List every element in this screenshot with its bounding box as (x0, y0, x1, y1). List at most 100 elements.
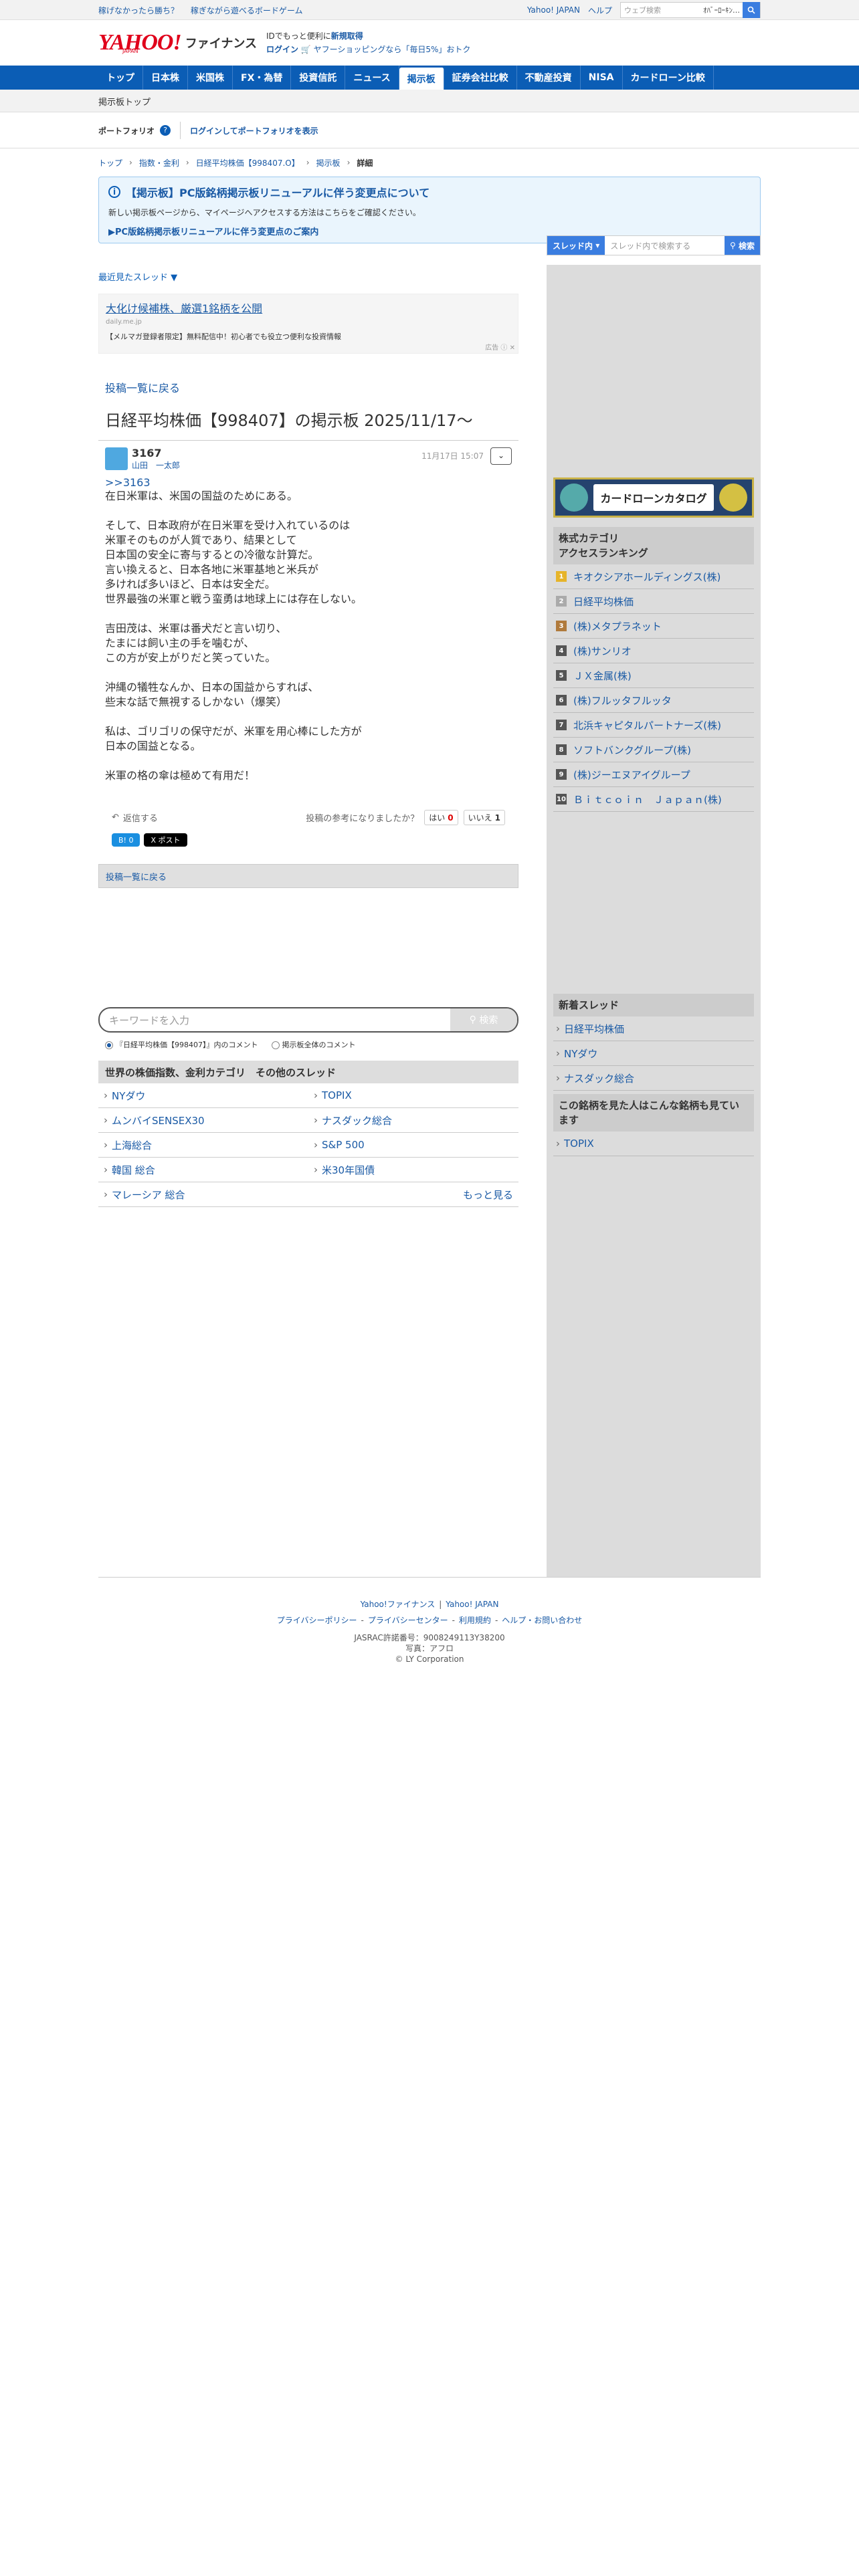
keyword-search-button[interactable]: ⚲ 検索 (450, 1008, 517, 1031)
back-to-list-link[interactable]: 投稿一覧に戻る (98, 379, 518, 395)
nav-item[interactable]: 掲示板 (399, 68, 444, 90)
new-threads-item[interactable]: 日経平均株価 (553, 1016, 754, 1041)
ranking-item[interactable]: 9 (株)ジーエヌアイグループ (553, 762, 754, 787)
ranking-item[interactable]: 6 (株)フルッタフルッタ (553, 688, 754, 713)
nav-item[interactable]: 日本株 (143, 66, 188, 90)
other-thread-item[interactable]: マレーシア 総合 もっと見る (98, 1182, 518, 1207)
nav-item[interactable]: 不動産投資 (517, 66, 581, 90)
breadcrumb-item[interactable]: 日経平均株価【998407.O】 (196, 157, 300, 169)
yahoo-japan-link[interactable]: Yahoo! JAPAN (527, 5, 580, 15)
reply-to-link[interactable]: >>3163 (105, 476, 512, 489)
portfolio-label: ポートフォリオ (98, 126, 155, 136)
also-viewed-item[interactable]: TOPIX (553, 1132, 754, 1156)
notice-title-link[interactable]: 【掲示板】PC版銘柄掲示板リニューアルに伴う変更点について (126, 184, 430, 200)
web-search-box[interactable]: ウェブ検索 ｵﾊﾞｰﾛｰｷﾝ… (620, 2, 761, 18)
nav-item[interactable]: NISA (581, 66, 623, 90)
nav-item[interactable]: トップ (98, 66, 143, 90)
portfolio-login-link[interactable]: ログインしてポートフォリオを表示 (190, 125, 318, 136)
recent-threads-dropdown[interactable]: 最近見たスレッド ▼ (98, 270, 518, 283)
more-link[interactable]: もっと見る (463, 1188, 518, 1202)
login-link[interactable]: ログイン (266, 45, 298, 54)
ranking-item[interactable]: 10 Ｂｉｔｃｏｉｎ Ｊａｐａｎ(株) (553, 787, 754, 812)
breadcrumb-item[interactable]: トップ (98, 157, 122, 169)
scope-radio-all[interactable]: 掲示板全体のコメント (271, 1039, 356, 1050)
scope-radio-all-label: 掲示板全体のコメント (282, 1041, 356, 1049)
card-loan-banner[interactable]: カードローンカタログ (553, 477, 754, 518)
keyword-search[interactable]: キーワードを入力 ⚲ 検索 (98, 1007, 518, 1033)
ad-headline[interactable]: 大化け候補株、厳選1銘柄を公開 (106, 300, 511, 316)
new-threads-item[interactable]: NYダウ (553, 1041, 754, 1066)
vote-no-count: 1 (494, 813, 500, 823)
footer-link[interactable]: プライバシーポリシー (277, 1616, 357, 1625)
breadcrumb-current: 詳細 (357, 158, 373, 168)
rank-badge: 10 (556, 794, 567, 804)
other-thread-item[interactable]: ナスダック総合 (308, 1108, 518, 1133)
ranking-item-label: キオクシアホールディングス(株) (573, 570, 721, 583)
vote-no-button[interactable]: いいえ 1 (463, 810, 505, 825)
ranking-item[interactable]: 2 日経平均株価 (553, 589, 754, 614)
ranking-item[interactable]: 3 (株)メタプラネット (553, 614, 754, 639)
nav-item[interactable]: 米国株 (188, 66, 233, 90)
post-menu-button[interactable]: ⌄ (490, 447, 512, 465)
search-scope-select[interactable]: スレッド内 ▾ (547, 236, 605, 255)
back-to-list-bar-link[interactable]: 投稿一覧に戻る (106, 870, 167, 883)
yahoo-finance-logo[interactable]: YAHOO! JAPAN ファイナンス (98, 31, 257, 55)
rank-badge: 6 (556, 695, 567, 706)
hatena-bookmark-button[interactable]: B! 0 (112, 833, 140, 847)
board-top-link[interactable]: 掲示板トップ (98, 95, 151, 108)
breadcrumb-item[interactable]: 指数・金利 (139, 157, 179, 169)
x-post-button[interactable]: X ポスト (144, 833, 187, 847)
help-link[interactable]: ヘルプ (588, 5, 612, 16)
ad-info-icon[interactable]: ⓘ (500, 344, 507, 352)
nav-item[interactable]: カードローン比較 (623, 66, 714, 90)
register-link[interactable]: 新規取得 (331, 31, 363, 41)
help-icon[interactable]: ? (160, 125, 171, 136)
footer-link[interactable]: Yahoo!ファイナンス (361, 1600, 436, 1609)
breadcrumb-item[interactable]: 掲示板 (316, 157, 341, 169)
other-thread-item[interactable]: NYダウ (98, 1083, 308, 1108)
other-thread-item[interactable]: 米30年国債 (308, 1158, 518, 1182)
post-line: 沖縄の犠牲なんか、日本の国益からすれば、 (105, 681, 319, 693)
new-threads-item[interactable]: ナスダック総合 (553, 1066, 754, 1091)
ranking-item[interactable]: 7 北浜キャピタルパートナーズ(株) (553, 713, 754, 738)
footer-link[interactable]: プライバシーセンター (368, 1616, 448, 1625)
sub-nav: 掲示板トップ (0, 90, 859, 112)
other-thread-item[interactable]: ムンバイSENSEX30 (98, 1108, 308, 1133)
reply-button[interactable]: ↶ 返信する (112, 811, 158, 824)
scope-radio-thread[interactable]: 『日経平均株価【998407】』内のコメント (105, 1039, 258, 1050)
footer-link[interactable]: 利用規約 (459, 1616, 491, 1625)
footer-link[interactable]: ヘルプ・お問い合わせ (502, 1616, 582, 1625)
vote-yes-button[interactable]: はい 0 (424, 810, 458, 825)
ranking-item[interactable]: 8 ソフトバンクグループ(株) (553, 738, 754, 762)
nav-item[interactable]: 投資信託 (291, 66, 346, 90)
search-icon[interactable] (743, 2, 760, 18)
other-thread-item[interactable]: S&P 500 (308, 1133, 518, 1158)
search-scope-label: スレッド内 (553, 241, 593, 251)
nav-item[interactable]: FX・為替 (233, 66, 292, 90)
ranking-item-label: (株)メタプラネット (573, 620, 662, 633)
keyword-input[interactable]: キーワードを入力 (109, 1013, 450, 1027)
ad-unit[interactable]: 大化け候補株、厳選1銘柄を公開 daily.me.jp 【メルマガ登録者限定】無… (98, 294, 518, 354)
promo-link-1[interactable]: 稼げなかったら勝ち？ (98, 6, 179, 15)
chevron-right-icon: › (306, 158, 310, 167)
thread-search-button[interactable]: ⚲ 検索 (725, 236, 760, 255)
nav-item[interactable]: 証券会社比較 (444, 66, 517, 90)
shopping-icon: 🛒 (300, 45, 311, 54)
web-search-placeholder[interactable]: ウェブ検索 (621, 5, 703, 15)
ranking-item[interactable]: 1 キオクシアホールディングス(株) (553, 564, 754, 589)
nav-item[interactable]: ニュース (345, 66, 399, 90)
other-thread-item[interactable]: TOPIX (308, 1083, 518, 1108)
other-thread-item[interactable]: 韓国 総合 (98, 1158, 308, 1182)
portfolio-bar: ポートフォリオ ? ログインしてポートフォリオを表示 (0, 112, 859, 148)
notice-guide-link[interactable]: ▶PC版銘柄掲示板リニューアルに伴う変更点のご案内 (108, 227, 318, 237)
other-thread-item[interactable]: 上海総合 (98, 1133, 308, 1158)
ranking-item[interactable]: 4 (株)サンリオ (553, 639, 754, 663)
ranking-item[interactable]: 5 ＪＸ金属(株) (553, 663, 754, 688)
shopping-promo-link[interactable]: ヤフーショッピングなら「毎日5%」おトク (314, 45, 471, 54)
web-search-value: ｵﾊﾞｰﾛｰｷﾝ… (703, 6, 740, 15)
promo-link-2[interactable]: 稼ぎながら遊べるボードゲーム (191, 6, 303, 15)
footer-link[interactable]: Yahoo! JAPAN (446, 1600, 498, 1609)
close-icon[interactable]: ✕ (510, 344, 515, 352)
post-user-link[interactable]: 山田 一太郎 (132, 459, 180, 471)
thread-search-input[interactable]: スレッド内で検索する (605, 236, 725, 255)
